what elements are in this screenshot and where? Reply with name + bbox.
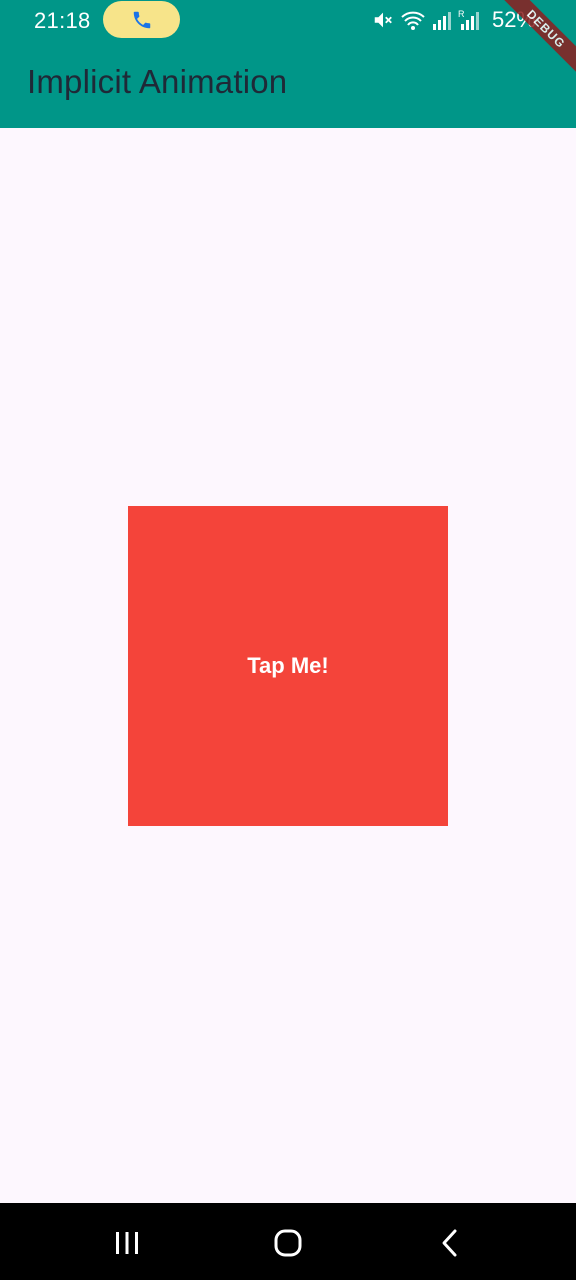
status-time: 21:18 xyxy=(34,8,91,33)
recent-apps-icon xyxy=(116,1232,138,1254)
tap-me-label: Tap Me! xyxy=(247,653,329,678)
recent-apps-button[interactable] xyxy=(107,1223,147,1263)
home-icon xyxy=(274,1229,302,1257)
page-title: Implicit Animation xyxy=(27,63,288,100)
signal-icon xyxy=(432,12,451,30)
ongoing-call-pill[interactable] xyxy=(103,1,180,38)
battery-level: 52% xyxy=(491,7,536,32)
status-icons: R 52% xyxy=(372,6,536,34)
home-button[interactable] xyxy=(268,1223,308,1263)
signal-roaming-icon: R xyxy=(458,9,479,30)
back-icon xyxy=(442,1229,457,1257)
svg-text:R: R xyxy=(458,9,465,19)
status-bar: 21:18 R 52% xyxy=(0,0,576,42)
tap-me-box[interactable]: Tap Me! xyxy=(128,506,448,826)
wifi-icon xyxy=(401,11,425,30)
back-button[interactable] xyxy=(430,1223,470,1263)
mute-icon xyxy=(374,12,392,28)
phone-icon xyxy=(133,11,151,29)
app-bar: 21:18 R 52% Implicit Animation xyxy=(0,0,576,128)
navigation-bar xyxy=(0,1203,576,1280)
